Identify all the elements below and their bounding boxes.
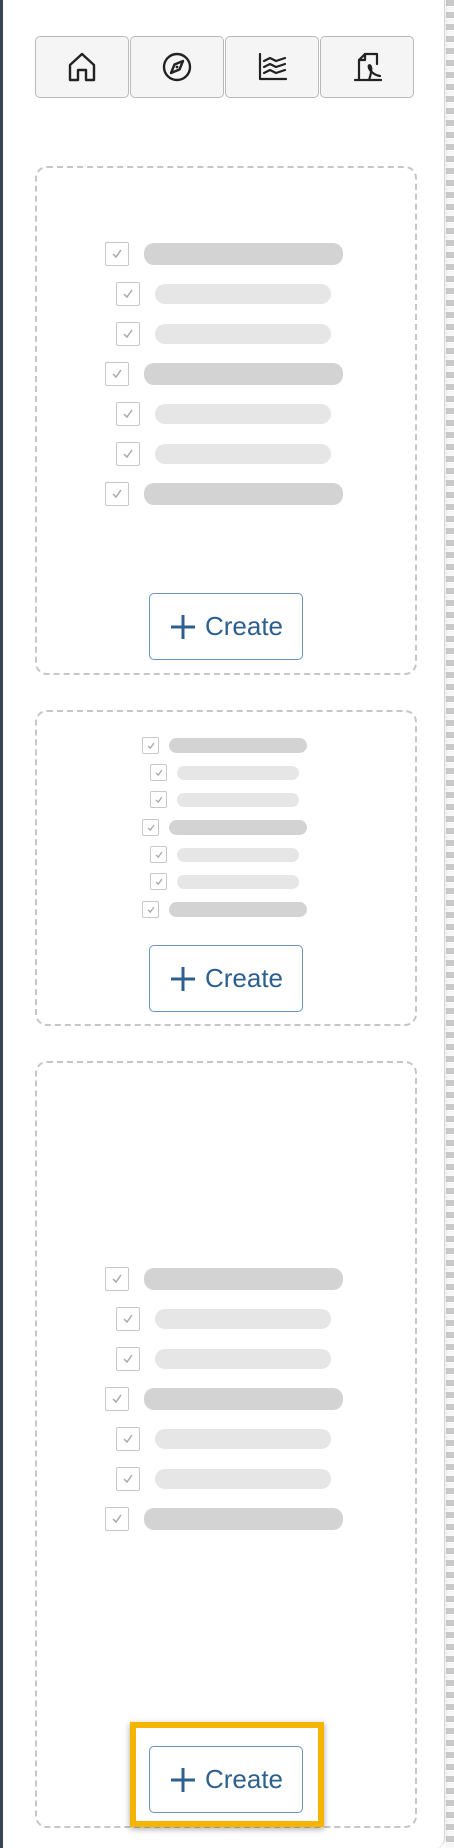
empty-card: Create — [35, 1061, 417, 1828]
create-button-label: Create — [204, 963, 284, 993]
plus-icon — [170, 966, 195, 991]
checkbox-icon — [116, 282, 140, 306]
toolbar — [35, 36, 418, 100]
home-button[interactable] — [35, 36, 129, 98]
checkbox-icon — [150, 764, 167, 781]
checkbox-icon — [116, 1307, 140, 1331]
plus-icon — [170, 614, 195, 639]
create-button[interactable]: Create — [149, 1746, 303, 1813]
chart-button[interactable] — [225, 36, 319, 98]
checkbox-icon — [150, 873, 167, 890]
checkbox-icon — [105, 1267, 129, 1291]
checkbox-icon — [142, 901, 159, 918]
line-chart-icon — [258, 52, 288, 81]
empty-card: Create — [35, 710, 417, 1026]
pdf-document-icon — [353, 52, 383, 82]
create-button[interactable]: Create — [149, 593, 303, 660]
checkbox-icon — [150, 846, 167, 863]
checkbox-icon — [116, 1427, 140, 1451]
checkbox-icon — [150, 791, 167, 808]
checkbox-icon — [116, 322, 140, 346]
checkbox-icon — [142, 737, 159, 754]
checkbox-icon — [105, 1507, 129, 1531]
plus-icon — [170, 1767, 195, 1792]
checkbox-icon — [105, 362, 129, 386]
empty-card: Create — [35, 166, 417, 675]
checkbox-icon — [116, 1467, 140, 1491]
checkbox-icon — [116, 442, 140, 466]
create-button-label: Create — [204, 611, 284, 641]
pdf-button[interactable] — [320, 36, 414, 98]
compass-icon — [162, 52, 192, 82]
background-grid — [446, 0, 454, 1848]
create-button-label: Create — [204, 1764, 284, 1794]
checkbox-icon — [142, 819, 159, 836]
explore-button[interactable] — [130, 36, 224, 98]
checkbox-icon — [105, 482, 129, 506]
checkbox-icon — [116, 402, 140, 426]
checkbox-icon — [105, 242, 129, 266]
create-button[interactable]: Create — [149, 945, 303, 1012]
checkbox-icon — [105, 1387, 129, 1411]
checkbox-icon — [116, 1347, 140, 1371]
home-icon — [68, 52, 96, 82]
